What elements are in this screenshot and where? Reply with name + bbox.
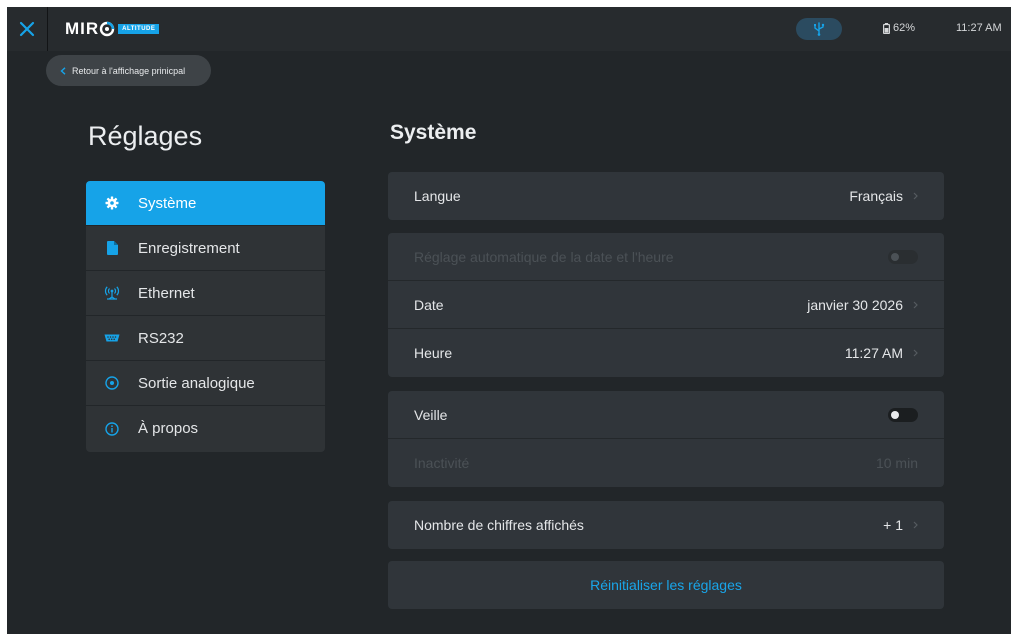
language-card: Langue Français — [388, 172, 944, 220]
usb-status[interactable] — [796, 18, 842, 40]
nav-item-a-propos[interactable]: À propos — [86, 406, 325, 451]
inactivity-value: 10 min — [875, 455, 918, 471]
time-row[interactable]: Heure 11:27 AM — [388, 329, 944, 377]
sleep-label: Veille — [414, 406, 448, 423]
target-icon — [86, 376, 138, 390]
battery-status: 62% — [883, 22, 915, 34]
logo-text: MIR — [65, 19, 100, 38]
sleep-row: Veille — [388, 391, 944, 439]
date-row[interactable]: Date janvier 30 2026 — [388, 281, 944, 329]
language-label: Langue — [414, 188, 461, 204]
reset-settings-button[interactable]: Réinitialiser les réglages — [388, 561, 944, 609]
chevron-right-icon — [913, 349, 918, 357]
sleep-card: Veille Inactivité 10 min — [388, 391, 944, 487]
nav-item-sortie-analogique[interactable]: Sortie analogique — [86, 361, 325, 406]
auto-date-toggle — [888, 249, 918, 264]
settings-title: Réglages — [88, 121, 203, 151]
time-label: Heure — [414, 345, 453, 361]
back-button-label: Retour à l'affichage prinicpal — [72, 65, 186, 76]
auto-date-label: Réglage automatique de la date et l'heur… — [414, 248, 674, 265]
back-button[interactable]: Retour à l'affichage prinicpal — [46, 55, 211, 86]
chevron-left-icon — [60, 66, 66, 75]
settings-nav: Système Enregistrement Ethernet RS232 So… — [86, 181, 325, 452]
gear-icon — [86, 196, 138, 210]
nav-item-enregistrement[interactable]: Enregistrement — [86, 226, 325, 271]
miro-logo: MIR ALTITUDE — [65, 19, 160, 39]
nav-item-systeme[interactable]: Système — [86, 181, 325, 226]
top-bar: MIR ALTITUDE 62% 11:27 AM — [7, 7, 1011, 51]
digits-value: + 1 — [883, 517, 903, 533]
logo-o-icon — [99, 21, 115, 37]
usb-icon — [814, 22, 825, 36]
top-bar-divider — [47, 7, 48, 51]
time-value: 11:27 AM — [844, 345, 903, 361]
battery-percent: 62% — [893, 22, 916, 34]
antenna-icon — [86, 286, 138, 300]
info-icon — [86, 421, 138, 436]
inactivity-row: Inactivité 10 min — [388, 439, 944, 487]
chevron-right-icon — [913, 521, 918, 529]
app-window: MIR ALTITUDE 62% 11:27 AM Retour à l'aff… — [7, 7, 1011, 634]
close-icon — [19, 21, 35, 37]
clock: 11:27 AM — [956, 22, 1002, 34]
sleep-toggle[interactable] — [888, 407, 918, 422]
nav-label: RS232 — [138, 329, 184, 347]
date-label: Date — [414, 296, 444, 313]
section-title: Système — [390, 121, 477, 144]
digits-row[interactable]: Nombre de chiffres affichés + 1 — [388, 501, 944, 549]
language-value: Français — [849, 188, 903, 204]
inactivity-label: Inactivité — [414, 455, 470, 471]
nav-label: Système — [138, 194, 197, 212]
digits-label: Nombre de chiffres affichés — [414, 517, 584, 533]
chevron-right-icon — [913, 301, 918, 309]
nav-item-ethernet[interactable]: Ethernet — [86, 271, 325, 316]
auto-date-row: Réglage automatique de la date et l'heur… — [388, 233, 944, 281]
nav-item-rs232[interactable]: RS232 — [86, 316, 325, 361]
battery-icon — [883, 22, 890, 34]
nav-label: À propos — [138, 420, 199, 437]
logo-badge: ALTITUDE — [118, 24, 160, 34]
date-time-card: Réglage automatique de la date et l'heur… — [388, 233, 944, 377]
nav-label: Sortie analogique — [138, 374, 255, 392]
nav-label: Ethernet — [138, 284, 195, 302]
chevron-right-icon — [913, 192, 918, 200]
digits-card: Nombre de chiffres affichés + 1 — [388, 501, 944, 549]
nav-label: Enregistrement — [138, 239, 240, 257]
file-icon — [86, 241, 138, 255]
date-value: janvier 30 2026 — [807, 296, 903, 313]
language-row[interactable]: Langue Français — [388, 172, 944, 220]
serial-port-icon — [86, 334, 138, 342]
close-button[interactable] — [7, 7, 47, 51]
